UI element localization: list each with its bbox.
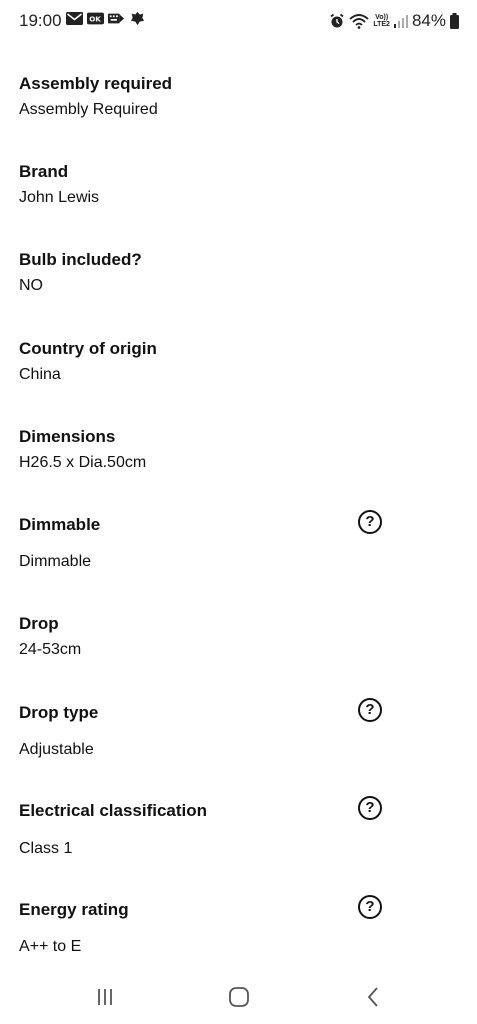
status-bar: 19:00 OK Vo)) LTE2 84% xyxy=(0,0,477,42)
signal-icon xyxy=(393,15,408,28)
spec-value: China xyxy=(19,366,61,383)
bank-icon xyxy=(130,11,145,26)
status-time: 19:00 xyxy=(19,11,62,30)
battery-percent: 84% xyxy=(411,11,446,30)
spec-value: Class 1 xyxy=(19,840,73,857)
volte-label: Vo)) xyxy=(375,14,389,21)
spec-label: Dimmable xyxy=(19,515,101,534)
spec-value: Assembly Required xyxy=(19,101,158,118)
spec-value: A++ to E xyxy=(19,938,82,955)
spec-drop: Drop 24-53cm xyxy=(19,614,459,658)
spec-drop-type: Drop type ? Adjustable xyxy=(19,698,459,758)
spec-country-of-origin: Country of origin China xyxy=(19,339,459,383)
spec-label: Country of origin xyxy=(19,339,157,358)
spec-label: Bulb included? xyxy=(19,250,142,269)
home-icon xyxy=(229,987,249,1007)
back-icon xyxy=(367,987,378,1007)
spec-label: Energy rating xyxy=(19,900,129,919)
system-status: Vo)) LTE2 84% xyxy=(329,11,459,31)
navigation-bar xyxy=(0,972,477,1024)
back-button[interactable] xyxy=(358,984,388,1010)
alarm-icon xyxy=(330,13,344,28)
recent-apps-icon xyxy=(98,989,112,1005)
spec-dimensions: Dimensions H26.5 x Dia.50cm xyxy=(19,427,459,471)
spec-label: Assembly required xyxy=(19,74,173,93)
help-icon[interactable]: ? xyxy=(358,510,382,534)
spec-label: Dimensions xyxy=(19,427,116,446)
lte-label: LTE2 xyxy=(373,21,390,28)
keyboard-icon xyxy=(108,13,125,24)
spec-value: 24-53cm xyxy=(19,641,82,658)
battery-icon xyxy=(450,13,459,29)
svg-text:OK: OK xyxy=(89,15,101,24)
spec-label: Drop xyxy=(19,614,59,633)
home-button[interactable] xyxy=(224,984,254,1010)
spec-brand: Brand John Lewis xyxy=(19,162,459,206)
spec-electrical-classification: Electrical classification ? Class 1 xyxy=(19,796,459,857)
spec-value: Adjustable xyxy=(19,741,94,758)
wifi-icon xyxy=(349,14,369,29)
spec-label: Brand xyxy=(19,162,69,181)
spec-value: H26.5 x Dia.50cm xyxy=(19,454,147,471)
spec-value: NO xyxy=(19,277,43,294)
spec-energy-rating: Energy rating ? A++ to E xyxy=(19,895,459,955)
spec-dimmable: Dimmable ? Dimmable xyxy=(19,510,459,570)
help-icon[interactable]: ? xyxy=(358,796,382,820)
spec-assembly-required: Assembly required Assembly Required xyxy=(19,74,459,118)
network-indicator: Vo)) LTE2 xyxy=(373,14,390,28)
spec-label: Electrical classification xyxy=(19,801,208,820)
notification-icons: OK xyxy=(66,11,146,26)
spec-bulb-included: Bulb included? NO xyxy=(19,250,459,294)
help-icon[interactable]: ? xyxy=(358,895,382,919)
spec-label: Drop type xyxy=(19,703,99,722)
recent-apps-button[interactable] xyxy=(90,984,120,1010)
app-icon: OK xyxy=(87,12,104,25)
spec-value: John Lewis xyxy=(19,189,100,206)
help-icon[interactable]: ? xyxy=(358,698,382,722)
spec-value: Dimmable xyxy=(19,553,92,570)
mail-icon xyxy=(66,12,83,25)
